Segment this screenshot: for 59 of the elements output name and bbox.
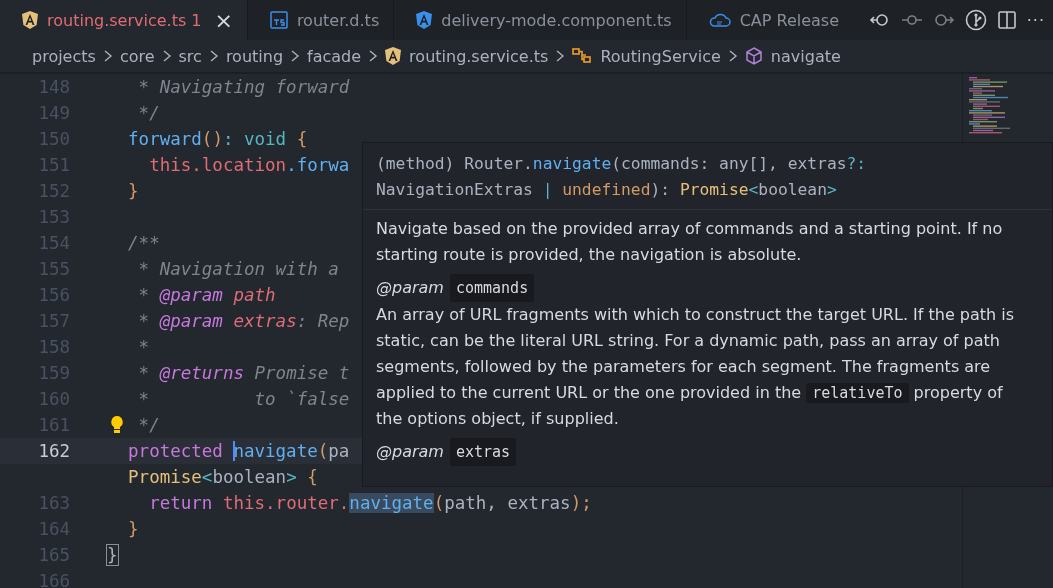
code-line: * @param path xyxy=(138,285,276,305)
chevron-icon xyxy=(555,49,566,63)
code-line: * xyxy=(138,337,150,357)
breadcrumb-item[interactable]: routing xyxy=(225,46,284,66)
doc-paragraph: Navigate based on the provided array of commands and a starting point. If no starting route is provided, the navigation is absolute. xyxy=(376,218,1004,266)
doc-paragraph: An array of URL fragments with which to construct the target URL. If the path is static, can be the literal URL string. For a dynamic path, pass an array of path segments, followed by the parameters for each segment. The fragments are applied to the current URL or the one provided in the relativeTo property of the options object, if supplied. xyxy=(376,304,1016,430)
breadcrumb-item[interactable]: facade xyxy=(307,46,362,66)
code-line: * @returns Promise t xyxy=(138,363,350,383)
code-line: * Navigation with a xyxy=(138,259,339,279)
line-number: 162 xyxy=(37,441,71,461)
editor-tab[interactable]: CAP Release xyxy=(686,0,845,40)
chevron-icon xyxy=(208,49,219,63)
param-tag: @param xyxy=(376,439,444,465)
more-button[interactable]: ··· xyxy=(1026,10,1045,30)
problem-count: 1 xyxy=(191,10,202,30)
editor-tab[interactable]: delivery-mode.component.ts xyxy=(394,0,687,40)
code-line: */ xyxy=(138,415,160,435)
code-line: forward(): void { xyxy=(128,129,308,149)
code-line: * @param extras: Rep xyxy=(138,311,350,331)
param-name: commands xyxy=(449,274,535,302)
class-icon xyxy=(572,47,593,65)
angular-shield-icon xyxy=(416,11,433,29)
cube-icon xyxy=(744,47,763,65)
param-name: extras xyxy=(449,438,517,466)
breadcrumb-item[interactable]: core xyxy=(119,46,155,66)
chevron-icon xyxy=(161,49,172,63)
code-line: protected navigate(pa xyxy=(128,441,350,461)
breadcrumb-item[interactable]: navigate xyxy=(744,46,841,66)
file-box-icon xyxy=(269,11,288,29)
breadcrumb-item[interactable]: routing.service.ts xyxy=(385,46,549,66)
code-line: } xyxy=(128,181,139,201)
angular-shield-icon xyxy=(385,47,402,65)
code-line: Promise<boolean> { xyxy=(128,467,318,487)
angular-shield-icon xyxy=(22,11,38,29)
lightbulb-icon[interactable] xyxy=(110,415,124,435)
code-line: * Navigating forward xyxy=(138,77,350,97)
close-button[interactable]: × xyxy=(214,7,233,33)
branch-icon[interactable] xyxy=(964,9,987,31)
cloud-icon xyxy=(708,11,731,29)
chevron-icon xyxy=(290,49,301,63)
chevron-icon xyxy=(727,49,738,63)
breadcrumb-item[interactable]: projects xyxy=(32,46,96,66)
split-editor-icon[interactable] xyxy=(996,10,1017,30)
code-line: /** xyxy=(128,233,160,253)
breadcrumb-item[interactable]: src xyxy=(178,46,202,66)
breadcrumb-item[interactable]: RoutingService xyxy=(572,46,721,66)
chevron-icon xyxy=(368,49,379,63)
code-line: * to `false xyxy=(138,389,350,409)
editor-tab[interactable]: router.d.ts xyxy=(247,0,395,40)
code-line: this.location.forwa xyxy=(149,155,350,175)
signature-text: (method) Router.navigate(commands: any[], extras?: xyxy=(376,153,868,175)
code-line: } xyxy=(128,519,139,539)
signature-text: NavigationExtras | undefined): Promise<boolean> xyxy=(376,179,838,201)
code-line: return this.router.navigate(path, extras); xyxy=(149,493,592,513)
code-line: */ xyxy=(138,103,160,123)
chevron-icon xyxy=(102,49,113,63)
code-line: } xyxy=(107,545,118,565)
param-tag: @param xyxy=(376,275,444,301)
editor-tab[interactable]: routing.service.ts 1 × xyxy=(0,0,248,40)
